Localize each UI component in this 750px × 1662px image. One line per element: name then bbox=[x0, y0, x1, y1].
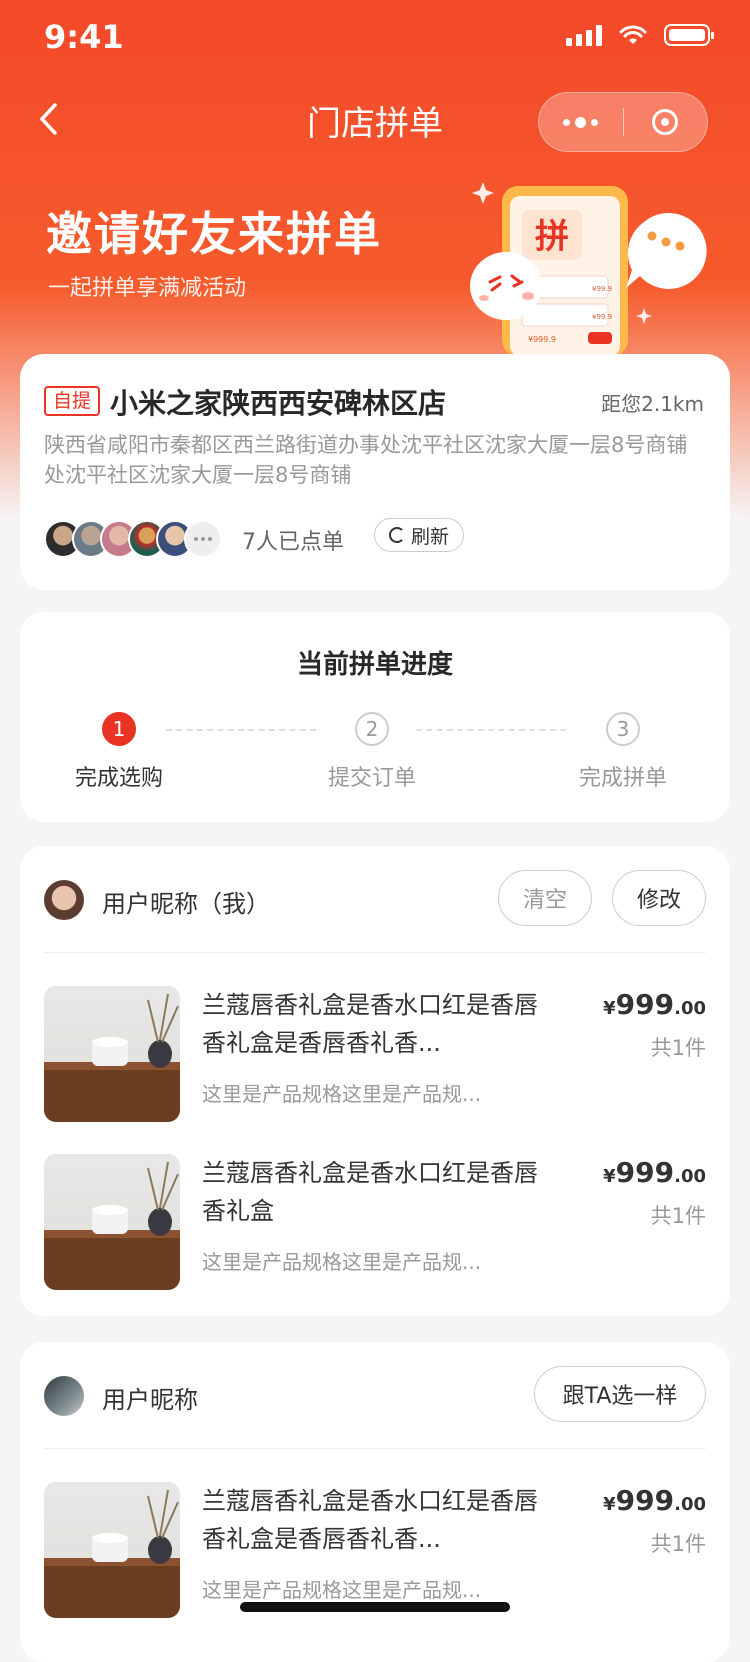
step-number: 2 bbox=[355, 712, 389, 746]
product-title: 兰蔻唇香礼盒是香水口红是香唇香礼盒是香唇香礼香... bbox=[202, 991, 538, 1057]
status-icons bbox=[566, 24, 714, 46]
participant-avatars[interactable] bbox=[44, 520, 222, 558]
step-number: 1 bbox=[102, 712, 136, 746]
divider bbox=[44, 1448, 706, 1449]
ordered-count: 7人已点单 bbox=[242, 530, 344, 555]
step-number: 3 bbox=[606, 712, 640, 746]
product-spec: 这里是产品规格这里是产品规... bbox=[202, 1578, 482, 1602]
product-spec: 这里是产品规格这里是产品规... bbox=[202, 1082, 482, 1106]
hero-subtitle: 一起拼单享满减活动 bbox=[48, 276, 247, 301]
edit-button[interactable]: 修改 bbox=[612, 870, 706, 926]
close-button[interactable] bbox=[624, 93, 708, 151]
status-bar: 9:41 bbox=[0, 0, 750, 80]
svg-text:¥99.9: ¥99.9 bbox=[592, 285, 612, 293]
more-avatars-icon bbox=[184, 520, 222, 558]
step-3: 3 完成拼单 bbox=[553, 712, 693, 792]
product-title: 兰蔻唇香礼盒是香水口红是香唇香礼盒是香唇香礼香... bbox=[202, 1487, 538, 1553]
product-price: ¥999.00 bbox=[603, 988, 706, 1021]
step-label: 完成拼单 bbox=[578, 766, 667, 791]
same-selection-button[interactable]: 跟TA选一样 bbox=[534, 1366, 706, 1422]
refresh-button[interactable]: 刷新 bbox=[374, 518, 465, 552]
status-time: 9:41 bbox=[44, 18, 124, 56]
avatar bbox=[44, 880, 84, 920]
step-label: 提交订单 bbox=[327, 766, 416, 791]
list-item[interactable]: 兰蔻唇香礼盒是香水口红是香唇香礼盒是香唇香礼香... 这里是产品规格这里是产品规… bbox=[44, 1482, 706, 1622]
progress-title: 当前拼单进度 bbox=[296, 650, 453, 680]
product-quantity: 共1件 bbox=[650, 1204, 706, 1228]
more-button[interactable] bbox=[539, 93, 623, 151]
user-name: 用户昵称 bbox=[102, 1386, 198, 1414]
store-card: 自提 小米之家陕西西安碑林区店 距您2.1km 陕西省咸阳市秦都区西兰路街道办事… bbox=[20, 354, 730, 590]
store-distance: 距您2.1km bbox=[601, 392, 704, 416]
user-name: 用户昵称（我） bbox=[102, 890, 270, 918]
signal-icon bbox=[566, 24, 602, 46]
group-buy-illustration: 拼 ¥99.9 ¥99.9 ¥999.9 bbox=[470, 182, 707, 356]
home-indicator bbox=[240, 1602, 510, 1612]
avatar bbox=[44, 1376, 84, 1416]
pickup-badge: 自提 bbox=[44, 386, 101, 416]
target-icon bbox=[652, 109, 679, 135]
step-2: 2 提交订单 bbox=[302, 712, 442, 792]
product-quantity: 共1件 bbox=[650, 1036, 706, 1060]
step-label: 完成选购 bbox=[74, 766, 163, 791]
user-order-card: 用户昵称（我） 清空 修改 兰蔻唇香礼盒是香水口红是香唇香礼盒是香唇香礼香...… bbox=[20, 846, 730, 1316]
user-order-header: 用户昵称（我） 清空 修改 bbox=[44, 870, 706, 946]
svg-text:¥999.9: ¥999.9 bbox=[528, 335, 556, 344]
wifi-icon bbox=[619, 25, 647, 44]
svg-text:¥99.9: ¥99.9 bbox=[592, 313, 612, 321]
store-address: 陕西省咸阳市秦都区西兰路街道办事处沈平社区沈家大厦一层8号商铺处沈平社区沈家大厦… bbox=[44, 433, 688, 487]
divider bbox=[44, 952, 706, 953]
more-dot-icon bbox=[575, 116, 587, 128]
progress-card: 当前拼单进度 1 完成选购 2 提交订单 3 完成拼单 bbox=[20, 612, 730, 822]
clear-button[interactable]: 清空 bbox=[498, 870, 592, 926]
list-item[interactable]: 兰蔻唇香礼盒是香水口红是香唇香礼盒 这里是产品规格这里是产品规... ¥999.… bbox=[44, 1154, 706, 1294]
step-1: 1 完成选购 bbox=[49, 712, 189, 792]
more-dot-icon bbox=[591, 118, 599, 126]
refresh-label: 刷新 bbox=[411, 525, 450, 548]
product-title: 兰蔻唇香礼盒是香水口红是香唇香礼盒 bbox=[202, 1159, 538, 1225]
product-image bbox=[44, 1154, 180, 1290]
product-spec: 这里是产品规格这里是产品规... bbox=[202, 1250, 482, 1274]
refresh-icon bbox=[389, 527, 405, 543]
svg-text:拼: 拼 bbox=[535, 217, 569, 257]
battery-icon bbox=[664, 24, 714, 46]
list-item[interactable]: 兰蔻唇香礼盒是香水口红是香唇香礼盒是香唇香礼香... 这里是产品规格这里是产品规… bbox=[44, 986, 706, 1126]
product-image bbox=[44, 1482, 180, 1618]
nav-bar: 门店拼单 bbox=[0, 86, 750, 156]
product-image bbox=[44, 986, 180, 1122]
product-price: ¥999.00 bbox=[603, 1484, 706, 1517]
product-quantity: 共1件 bbox=[650, 1532, 706, 1556]
product-price: ¥999.00 bbox=[603, 1156, 706, 1189]
user-order-header: 用户昵称 跟TA选一样 bbox=[44, 1366, 706, 1442]
hero-title: 邀请好友来拼单 bbox=[46, 207, 382, 261]
store-name: 小米之家陕西西安碑林区店 bbox=[110, 387, 447, 420]
more-dot-icon bbox=[563, 118, 571, 126]
user-order-card: 用户昵称 跟TA选一样 兰蔻唇香礼盒是香水口红是香唇香礼盒是香唇香礼香... 这… bbox=[20, 1342, 730, 1662]
mini-program-capsule bbox=[538, 92, 708, 152]
